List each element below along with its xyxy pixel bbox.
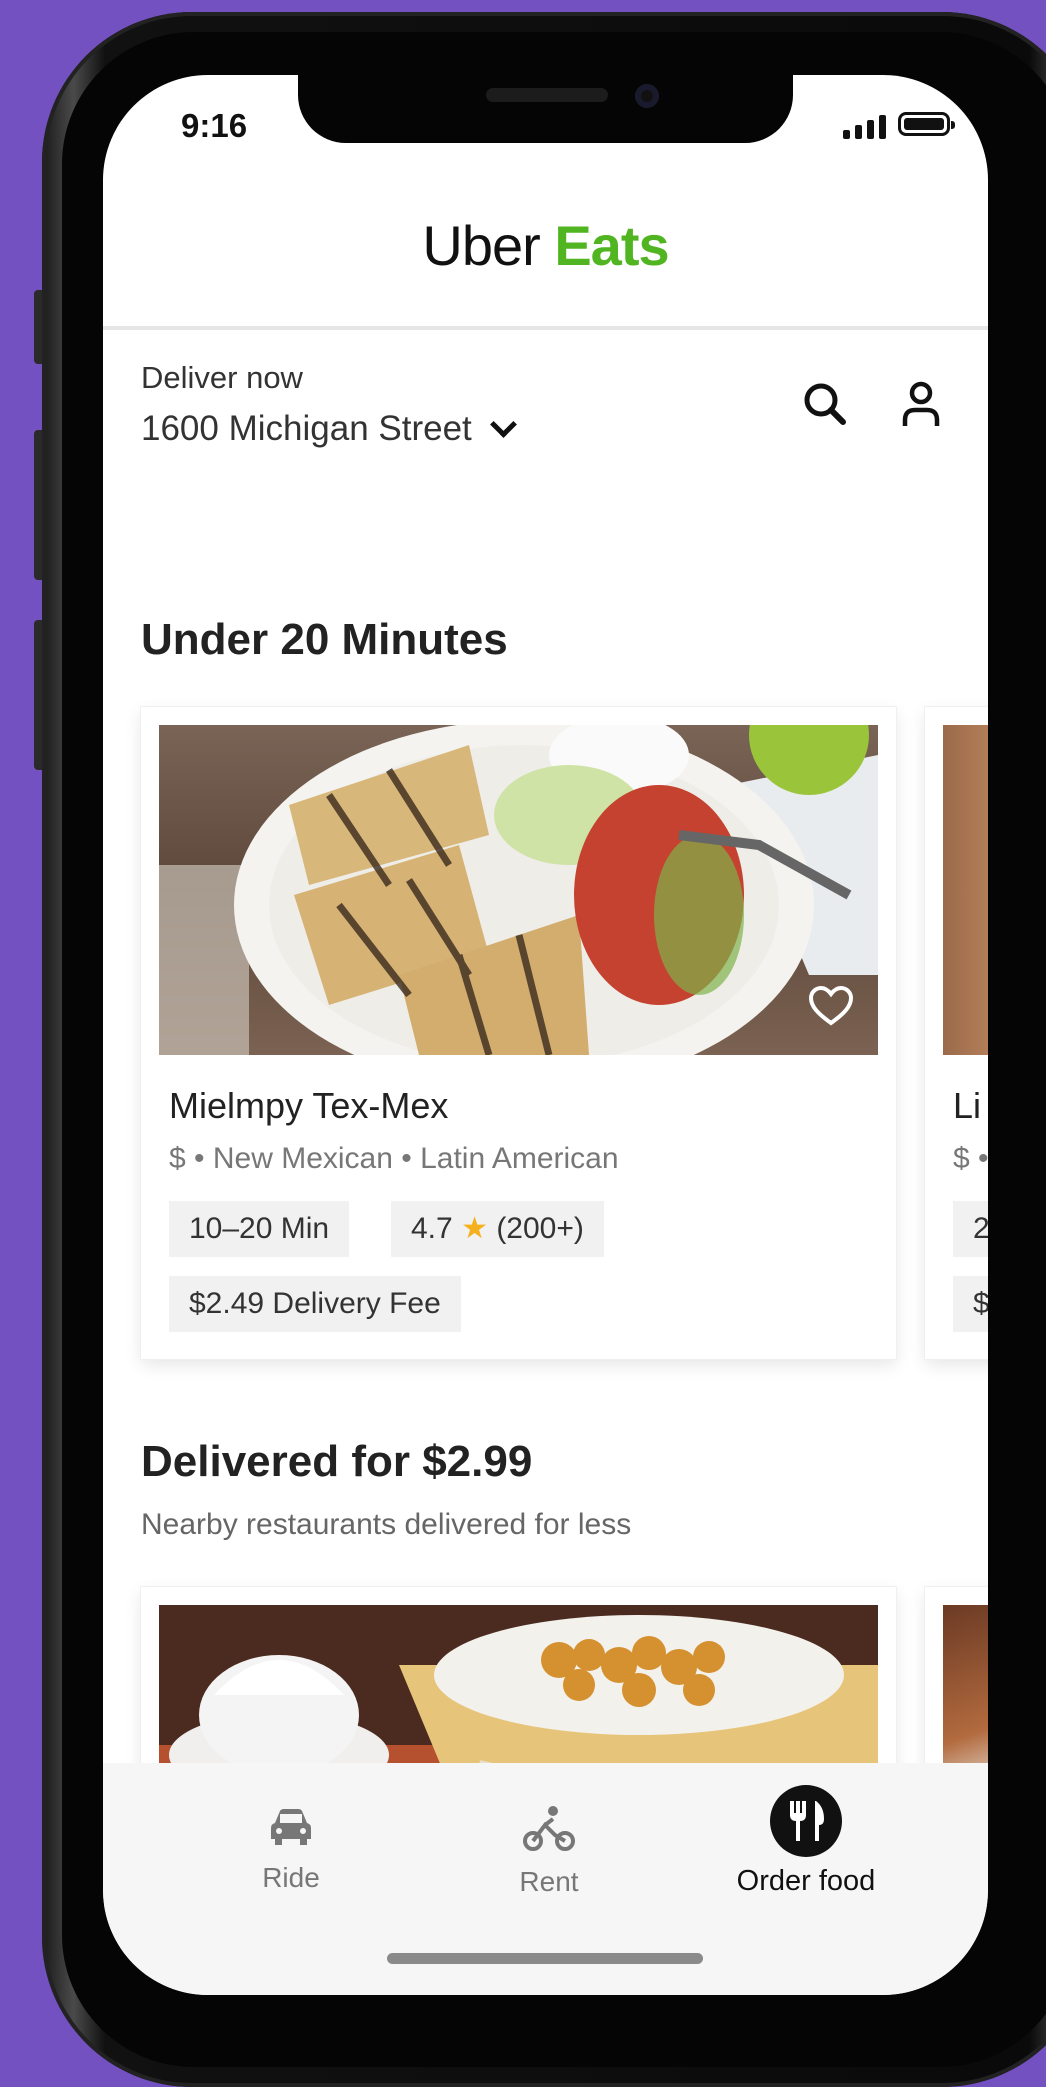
signal-icon <box>843 115 886 139</box>
restaurant-name: Mielmpy Tex-Mex <box>169 1085 449 1126</box>
delivery-time-badge: 10–20 Min <box>169 1201 350 1257</box>
restaurant-name: Li <box>953 1085 982 1126</box>
account-icon[interactable] <box>899 380 943 428</box>
search-icon[interactable] <box>803 382 847 426</box>
home-indicator[interactable] <box>387 1953 703 1964</box>
delivery-fee-badge: $ <box>953 1276 988 1332</box>
restaurant-card[interactable]: Li $ • 2 $ <box>925 707 988 1359</box>
restaurant-meta: $ • <box>953 1142 988 1175</box>
chevron-down-icon <box>489 410 517 438</box>
review-count: (200+) <box>496 1212 584 1245</box>
restaurant-card[interactable]: Mielmpy Tex-Mex $ • New Mexican • Latin … <box>141 707 896 1359</box>
section-title-delivered-for: Delivered for $2.99 <box>141 1437 533 1486</box>
address-text: 1600 Michigan Street <box>141 409 472 448</box>
speaker-grille <box>486 88 608 102</box>
delivery-fee-badge: $2.49 Delivery Fee <box>169 1276 461 1332</box>
uber-eats-logo: Uber Eats <box>422 214 669 277</box>
rating-badge: 4.7 ★ (200+) <box>391 1201 604 1257</box>
nav-ride[interactable]: Ride <box>191 1805 391 1894</box>
restaurant-image <box>943 725 988 1055</box>
section-title-under-20: Under 20 Minutes <box>141 615 508 664</box>
scooter-icon <box>523 1806 575 1851</box>
battery-icon <box>898 112 955 136</box>
nav-order-food[interactable]: Order food <box>706 1785 906 1898</box>
restaurant-image <box>159 725 878 1055</box>
favorite-heart-icon[interactable] <box>807 985 855 1027</box>
address-selector[interactable]: 1600 Michigan Street <box>141 409 517 449</box>
fork-knife-icon <box>770 1785 842 1857</box>
nav-order-food-label: Order food <box>736 1865 876 1897</box>
header-divider <box>103 326 988 330</box>
nav-rent-label: Rent <box>519 1866 579 1897</box>
car-icon <box>271 1809 311 1845</box>
rating-value: 4.7 <box>411 1212 453 1245</box>
status-time: 9:16 <box>181 107 248 144</box>
nav-ride-label: Ride <box>262 1862 320 1893</box>
delivery-time-badge: 2 <box>953 1201 988 1257</box>
deliver-label: Deliver now <box>141 360 303 395</box>
front-camera <box>635 84 659 108</box>
section-subtitle: Nearby restaurants delivered for less <box>141 1508 632 1541</box>
notch <box>298 75 793 143</box>
restaurant-meta: $ • New Mexican • Latin American <box>169 1142 619 1175</box>
nav-rent[interactable]: Rent <box>449 1805 649 1898</box>
star-icon: ★ <box>461 1212 488 1245</box>
app-screen: 9:16 Uber Eats Deliver now 1600 Michigan… <box>103 75 988 1995</box>
